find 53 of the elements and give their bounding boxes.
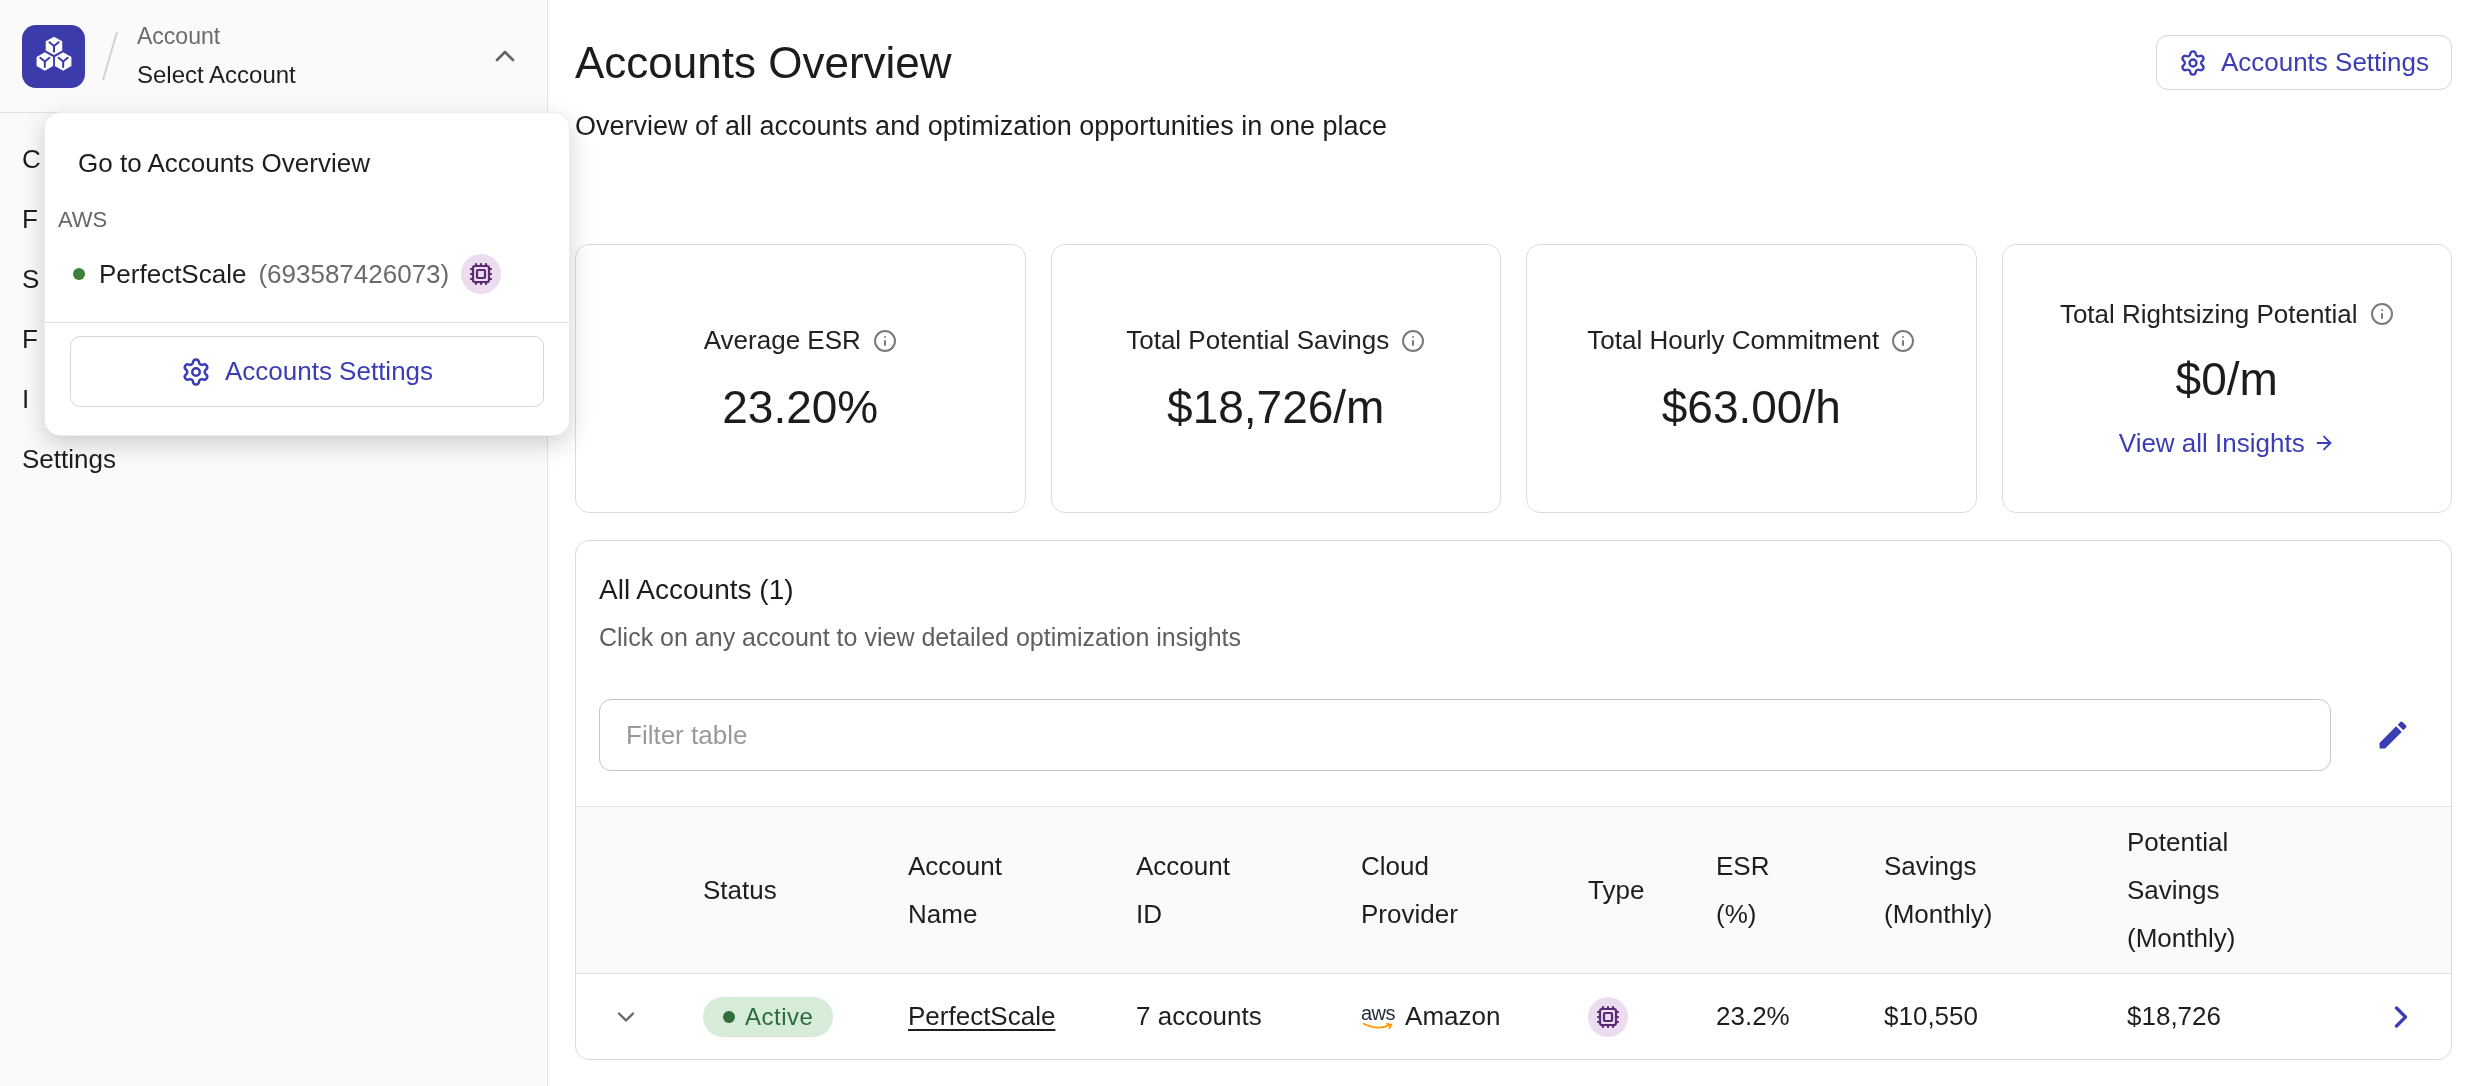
nav-item[interactable]: F	[22, 319, 38, 359]
account-link[interactable]: PerfectScale	[908, 997, 1056, 1036]
cubes-logo-icon	[22, 24, 85, 88]
info-icon[interactable]	[1891, 328, 1916, 353]
settings-icon	[2178, 48, 2207, 77]
table-title: All Accounts (1)	[599, 573, 794, 607]
stat-value: $18,726/m	[1167, 379, 1385, 435]
nav-item[interactable]: F	[22, 199, 38, 239]
column-header: Type	[1588, 874, 1645, 907]
stat-label: Total Rightsizing Potential	[2059, 297, 2358, 331]
stat-value: 23.20%	[722, 379, 879, 435]
table-cell-text: $18,726	[2127, 1000, 2221, 1033]
table-cell-text: Amazon	[1405, 1000, 1501, 1033]
status-label: Active	[745, 1001, 814, 1032]
table-cell-text: 23.2%	[1716, 1000, 1790, 1033]
aws-logo: aws	[1361, 1003, 1396, 1030]
column-header: Savings (Monthly)	[1884, 850, 1993, 931]
column-header: Cloud Provider	[1361, 850, 1458, 931]
stat-label: Average ESR	[703, 324, 861, 357]
page-subtitle: Overview of all accounts and optimization opportunities in one place	[575, 110, 1387, 143]
stat-label: Total Potential Savings	[1126, 324, 1390, 357]
column-header: Status	[703, 874, 777, 907]
table-subtitle: Click on any account to view detailed optimization insights	[599, 622, 1241, 653]
info-icon[interactable]	[1401, 328, 1426, 353]
account-label: Account	[137, 22, 221, 51]
filter-input[interactable]: Filter table	[599, 699, 2331, 771]
view-insights-link[interactable]: View all Insights	[2118, 425, 2335, 461]
table-cell-text: 7 accounts	[1136, 1000, 1262, 1033]
info-icon[interactable]	[872, 328, 897, 353]
accounts-settings-button[interactable]: Accounts Settings	[2155, 35, 2452, 90]
nav-item[interactable]: Settings	[22, 439, 116, 479]
accounts-settings-button[interactable]: Accounts Settings	[70, 336, 544, 407]
menu-item[interactable]: Go to Accounts Overview	[45, 135, 569, 191]
nav-item[interactable]: S	[22, 259, 40, 299]
stat-value: $63.00/h	[1661, 379, 1841, 435]
column-header: ESR (%)	[1716, 850, 1770, 931]
chip-icon	[1588, 996, 1628, 1037]
column-header: Potential Savings (Monthly)	[2127, 826, 2236, 955]
info-icon[interactable]	[2369, 302, 2394, 326]
nav-item[interactable]: C	[22, 139, 41, 179]
account-select[interactable]: Select Account	[137, 58, 296, 92]
slash-separator	[101, 30, 119, 82]
column-header: Account Name	[908, 850, 1002, 931]
group-label: AWS	[57, 206, 108, 234]
stat-label: Total Hourly Commitment	[1587, 324, 1880, 357]
settings-icon	[180, 356, 211, 387]
table-cell-text: $10,550	[1884, 1000, 1978, 1033]
column-header: Account ID	[1136, 850, 1230, 931]
page-title: Accounts Overview	[575, 39, 952, 87]
chip-icon	[461, 254, 502, 294]
nav-item[interactable]: I	[22, 379, 30, 419]
account-menu-item[interactable]: PerfectScale (693587426073)	[45, 246, 502, 302]
stat-value: $0/m	[2175, 352, 2278, 407]
